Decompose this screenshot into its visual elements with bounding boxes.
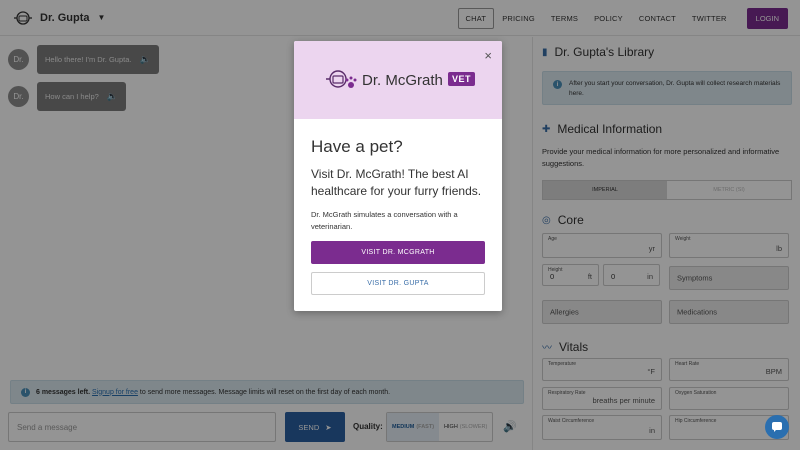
modal-brand: Dr. McGrath [362, 72, 443, 89]
modal-title: Have a pet? [311, 137, 403, 156]
close-icon[interactable]: × [484, 49, 492, 62]
modal-header: × Dr. McGrath VET [294, 41, 502, 119]
support-chat-button[interactable] [765, 415, 789, 439]
promo-modal: × Dr. McGrath VET Have a pet? Visit Dr. … [294, 41, 502, 311]
vet-badge: VET [448, 72, 476, 86]
chat-bubble-icon [772, 422, 782, 432]
modal-lead: Visit Dr. McGrath! The best AI healthcar… [311, 167, 482, 198]
modal-description: Dr. McGrath simulates a conversation wit… [311, 210, 458, 231]
pet-logo-icon [326, 70, 357, 88]
visit-mcgrath-button[interactable]: VISIT DR. MCGRATH [311, 241, 485, 264]
visit-gupta-button[interactable]: VISIT DR. GUPTA [311, 272, 485, 295]
